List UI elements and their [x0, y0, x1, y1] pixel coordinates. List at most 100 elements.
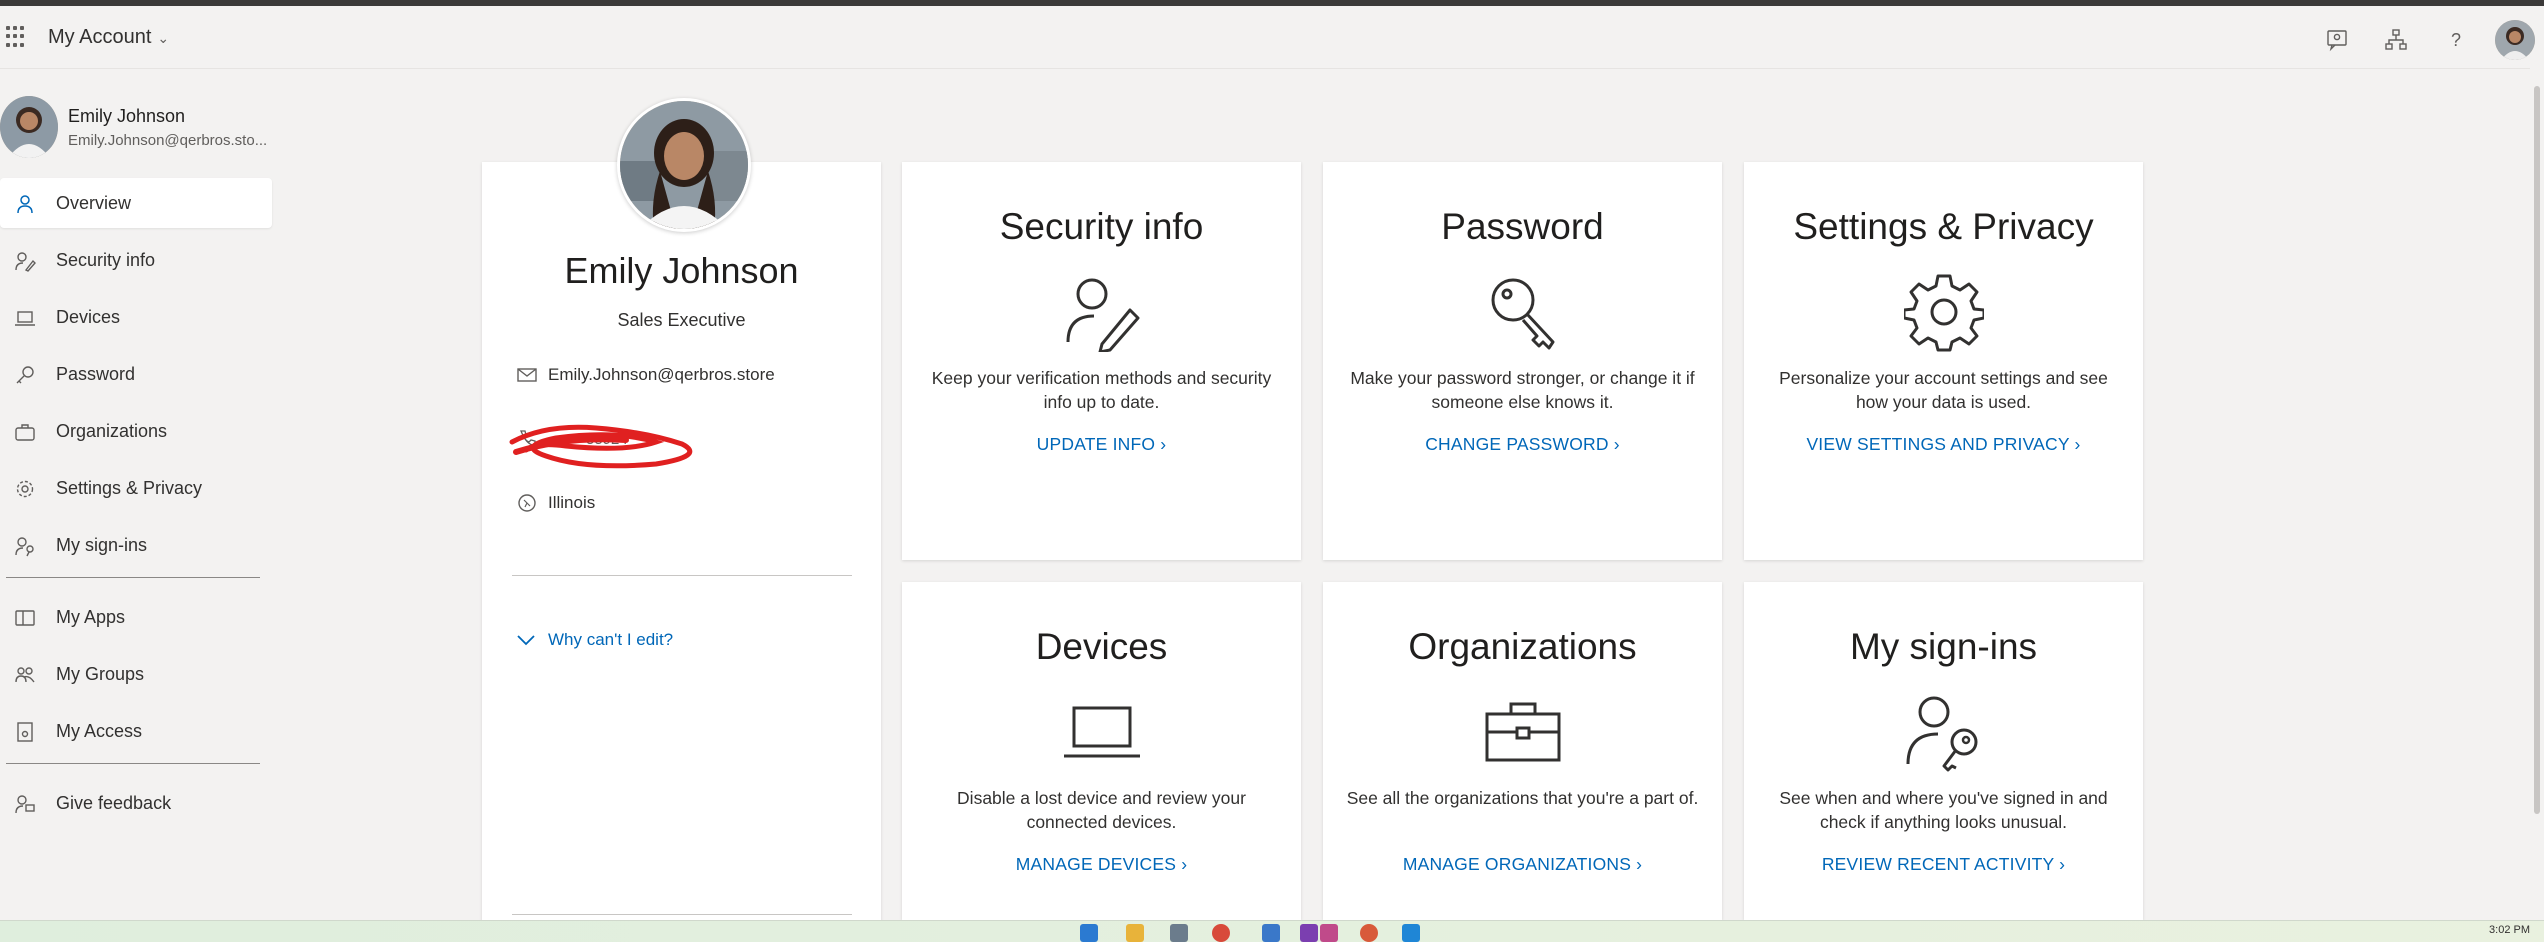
chevron-down-icon: ⌄: [157, 30, 170, 46]
review-recent-activity-link[interactable]: REVIEW RECENT ACTIVITY ›: [1744, 854, 2143, 875]
access-icon: [17, 722, 33, 742]
sidebar-item-label: My Apps: [56, 607, 126, 627]
chevron-down-icon: [517, 635, 535, 646]
app-icon[interactable]: [1170, 924, 1188, 942]
avatar[interactable]: [2495, 20, 2535, 60]
sidebar-item-label: Organizations: [56, 421, 168, 441]
vscode-icon[interactable]: [1402, 924, 1420, 942]
notepad-icon[interactable]: [1262, 924, 1280, 942]
sidebar-divider: [6, 763, 260, 764]
user-email: Emily.Johnson@qerbros.sto...: [68, 132, 268, 149]
tile-title: Organizations: [1408, 626, 1637, 667]
browser-icon[interactable]: [1360, 924, 1378, 942]
sidebar-divider: [6, 577, 260, 578]
sidebar-item-my-sign-ins[interactable]: My sign-ins: [0, 520, 272, 570]
chevron-right-icon: ›: [1613, 434, 1620, 454]
why-cant-i-edit-link[interactable]: Why can't I edit?: [516, 630, 673, 650]
sidebar-item-label: Password: [56, 364, 136, 384]
key-icon: [1491, 278, 1555, 350]
sidebar-item-label: Security info: [56, 250, 156, 270]
chevron-right-icon: ›: [1160, 434, 1167, 454]
feedback-icon: [15, 795, 35, 814]
tile-description: Disable a lost device and review your co…: [957, 788, 1246, 832]
profile-divider: [512, 575, 852, 576]
feedback-icon[interactable]: [2325, 28, 2349, 52]
briefcase-icon: [15, 424, 35, 441]
sidebar-nav: Overview Security info Devices Password …: [0, 178, 272, 835]
tile-description: Make your password stronger, or change i…: [1350, 368, 1695, 412]
profile-divider: [512, 914, 852, 915]
manage-organizations-link[interactable]: MANAGE ORGANIZATIONS ›: [1323, 854, 1722, 875]
profile-email-row: Emily.Johnson@qerbros.store: [516, 364, 775, 386]
sidebar-item-label: My sign-ins: [56, 535, 148, 555]
sidebar-item-overview[interactable]: Overview: [0, 178, 272, 228]
profile-location: Illinois: [548, 493, 596, 512]
sidebar-item-give-feedback[interactable]: Give feedback: [0, 778, 272, 828]
sidebar-item-label: My Access: [56, 721, 143, 741]
tile-link-label: MANAGE DEVICES: [1015, 854, 1177, 874]
person-icon: [17, 195, 33, 214]
sidebar-item-label: Settings & Privacy: [56, 478, 203, 498]
laptop-icon: [1064, 706, 1140, 758]
tile-title: My sign-ins: [1849, 626, 2038, 667]
chrome-icon[interactable]: [1212, 924, 1230, 942]
help-icon[interactable]: ?: [2444, 28, 2468, 52]
profile-job-title: Sales Executive: [617, 310, 746, 330]
key-icon: [16, 366, 34, 384]
sign-ins-icon: [15, 537, 34, 557]
tile-title: Devices: [1035, 626, 1168, 667]
svg-text:?: ?: [2451, 30, 2461, 50]
sidebar-item-devices[interactable]: Devices: [0, 292, 272, 342]
org-chart-icon[interactable]: [2384, 28, 2408, 52]
sidebar-item-label: Devices: [56, 307, 121, 327]
laptop-icon: [15, 311, 35, 326]
chevron-right-icon: ›: [2059, 854, 2066, 874]
briefcase-icon: [1485, 702, 1561, 762]
tile-link-label: UPDATE INFO: [1036, 434, 1156, 454]
profile-location-row: Illinois: [516, 492, 595, 514]
change-password-link[interactable]: CHANGE PASSWORD ›: [1323, 434, 1722, 455]
sidebar-item-my-access[interactable]: My Access: [0, 706, 272, 756]
sidebar-item-label: Give feedback: [56, 793, 172, 813]
tile-devices: Devices Disable a lost device and review…: [902, 582, 1301, 920]
scrollbar-thumb[interactable]: [2534, 86, 2540, 814]
tile-title: Security info: [999, 206, 1204, 247]
tile-link-label: VIEW SETTINGS AND PRIVACY: [1806, 434, 2070, 454]
sidebar-item-organizations[interactable]: Organizations: [0, 406, 272, 456]
tile-link-label: CHANGE PASSWORD: [1425, 434, 1609, 454]
view-settings-privacy-link[interactable]: VIEW SETTINGS AND PRIVACY ›: [1744, 434, 2143, 455]
sign-ins-icon: [1906, 696, 1978, 772]
tile-title: Password: [1441, 206, 1604, 247]
mail-icon: [517, 368, 537, 382]
sidebar-item-settings-privacy[interactable]: Settings & Privacy: [0, 463, 272, 513]
sidebar-item-password[interactable]: Password: [0, 349, 272, 399]
app-title-menu[interactable]: My Account ⌄: [48, 26, 169, 49]
why-cant-i-edit-label: Why can't I edit?: [548, 630, 674, 649]
sidebar-item-label: Overview: [56, 193, 132, 213]
file-explorer-icon[interactable]: [1126, 924, 1144, 942]
tile-my-sign-ins: My sign-ins See when and where you've si…: [1744, 582, 2143, 920]
waffle-icon[interactable]: [6, 26, 28, 48]
location-icon: [518, 494, 536, 512]
tile-organizations: Organizations See all the organizations …: [1323, 582, 1722, 920]
sidebar-item-my-apps[interactable]: My Apps: [0, 592, 272, 642]
app-icon[interactable]: [1320, 924, 1338, 942]
profile-email: Emily.Johnson@qerbros.store: [548, 365, 775, 384]
sidebar-item-my-groups[interactable]: My Groups: [0, 649, 272, 699]
sidebar-item-label: My Groups: [56, 664, 145, 684]
tile-settings-privacy: Settings & Privacy Personalize your acco…: [1744, 162, 2143, 560]
sidebar-item-security-info[interactable]: Security info: [0, 235, 272, 285]
onenote-icon[interactable]: [1300, 924, 1318, 942]
manage-devices-link[interactable]: MANAGE DEVICES ›: [902, 854, 1301, 875]
red-scribble-redaction: [509, 424, 693, 469]
update-info-link[interactable]: UPDATE INFO ›: [902, 434, 1301, 455]
taskbar: 3:02 PM: [0, 920, 2544, 942]
gear-icon: [1904, 274, 1984, 352]
taskbar-clock: 3:02 PM: [2489, 924, 2530, 936]
tile-title: Settings & Privacy: [1793, 206, 2094, 247]
sidebar-user-block: Emily Johnson Emily.Johnson@qerbros.sto.…: [0, 96, 270, 160]
tile-description: Personalize your account settings and se…: [1779, 368, 2108, 412]
apps-icon: [15, 610, 35, 626]
profile-name: Emily Johnson: [564, 250, 799, 291]
start-icon[interactable]: [1080, 924, 1098, 942]
